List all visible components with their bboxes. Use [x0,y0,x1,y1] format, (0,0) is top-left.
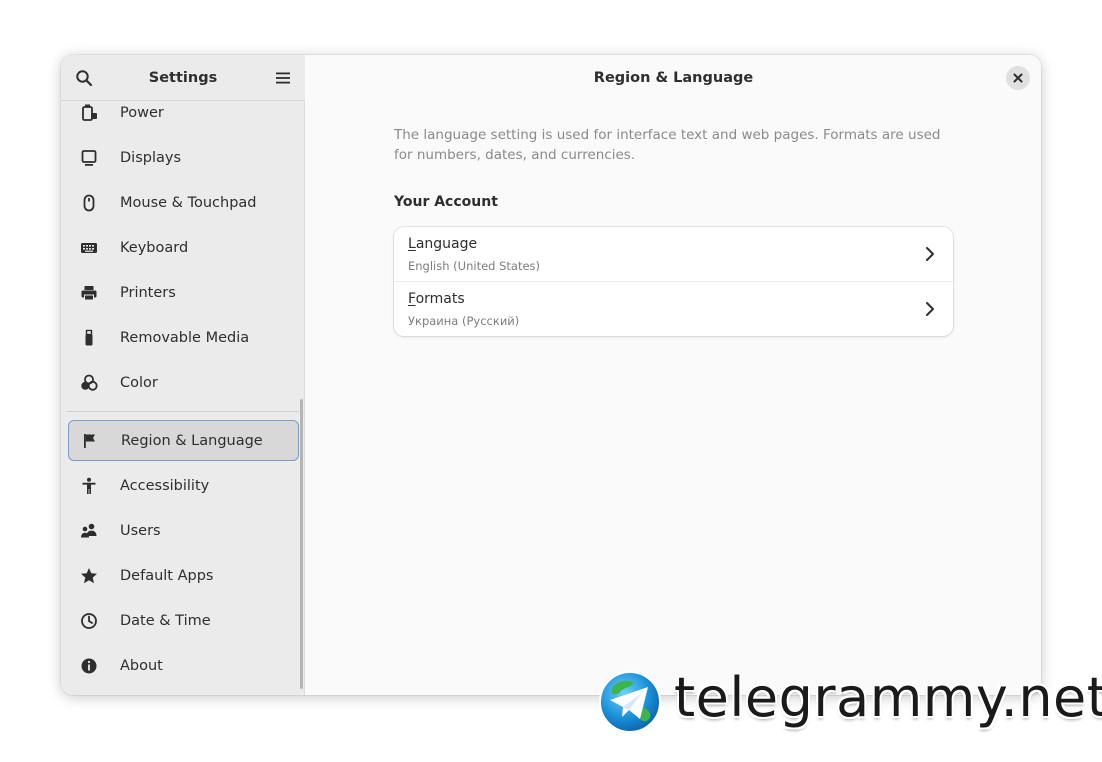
telegram-globe-logo-icon [599,671,661,733]
watermark-text: telegrammy.net [674,666,1102,729]
content-pane: Region & Language The language setting i… [306,55,1041,695]
sidebar-item-label: Region & Language [121,432,263,449]
sidebar-separator [67,411,299,412]
display-icon [80,149,98,167]
sidebar-item-power[interactable]: Power [68,101,299,133]
info-icon [80,657,98,675]
watermark: telegrammy.net [598,668,1102,734]
sidebar-item-users[interactable]: Users [68,510,299,551]
users-icon [80,522,98,540]
page-title: Region & Language [593,70,754,86]
formats-row-value: Украина (Русский) [408,314,520,328]
mnemonic-letter: F [408,291,416,307]
sidebar-header: Settings [61,55,305,101]
sidebar-item-label: Color [120,374,158,391]
language-row[interactable]: Language English (United States) [394,227,953,281]
section-title: Your Account [394,194,498,210]
printer-icon [80,284,98,302]
sidebar-scrollbar[interactable] [300,399,303,689]
sidebar-item-default-apps[interactable]: Default Apps [68,555,299,596]
mnemonic-letter: L [408,236,416,252]
star-icon [80,567,98,585]
sidebar-item-label: Users [120,522,161,539]
language-row-value: English (United States) [408,259,541,273]
sidebar-item-label: Power [120,104,164,121]
chevron-right-icon [921,300,939,318]
sidebar-item-displays[interactable]: Displays [68,137,299,178]
row-title-rest: anguage [415,236,478,252]
sidebar-item-color[interactable]: Color [68,362,299,403]
sidebar-item-label: Removable Media [120,329,250,346]
sidebar-item-label: Date & Time [120,612,211,629]
close-button[interactable] [1006,66,1030,90]
sidebar-item-label: Printers [120,284,176,301]
sidebar-item-removable-media[interactable]: Removable Media [68,317,299,358]
sidebar: Settings Power Displays Mouse & Touchpad… [61,55,305,695]
sidebar-item-label: Displays [120,149,182,166]
sidebar-item-accessibility[interactable]: Accessibility [68,465,299,506]
sidebar-item-label: Mouse & Touchpad [120,194,257,211]
sidebar-item-label: About [120,657,163,674]
color-icon [80,374,98,392]
content-header: Region & Language [306,55,1041,101]
account-settings-card: Language English (United States) Formats… [394,227,953,336]
power-icon [80,104,98,122]
close-icon [1013,73,1023,83]
page-description: The language setting is used for interfa… [394,127,941,163]
flag-icon [81,432,99,450]
keyboard-icon [80,239,98,257]
accessibility-icon [80,477,98,495]
sidebar-item-keyboard[interactable]: Keyboard [68,227,299,268]
sidebar-item-label: Keyboard [120,239,189,256]
row-title-rest: ormats [415,291,465,307]
sidebar-item-region-language[interactable]: Region & Language [68,420,299,461]
sidebar-item-label: Accessibility [120,477,210,494]
hamburger-menu-icon [276,72,290,84]
language-row-title: Language [408,236,477,252]
sidebar-item-label: Default Apps [120,567,214,584]
settings-window: Settings Power Displays Mouse & Touchpad… [61,55,1041,695]
main-menu-button[interactable] [268,63,298,93]
chevron-right-icon [921,245,939,263]
formats-row-title: Formats [408,291,465,307]
formats-row[interactable]: Formats Украина (Русский) [394,282,953,336]
sidebar-item-mouse-touchpad[interactable]: Mouse & Touchpad [68,182,299,223]
clock-icon [80,612,98,630]
sidebar-list: Power Displays Mouse & Touchpad Keyboard [61,101,305,695]
usb-icon [80,329,98,347]
sidebar-item-printers[interactable]: Printers [68,272,299,313]
mouse-icon [80,194,98,212]
sidebar-item-date-time[interactable]: Date & Time [68,600,299,641]
sidebar-item-about[interactable]: About [68,645,299,686]
